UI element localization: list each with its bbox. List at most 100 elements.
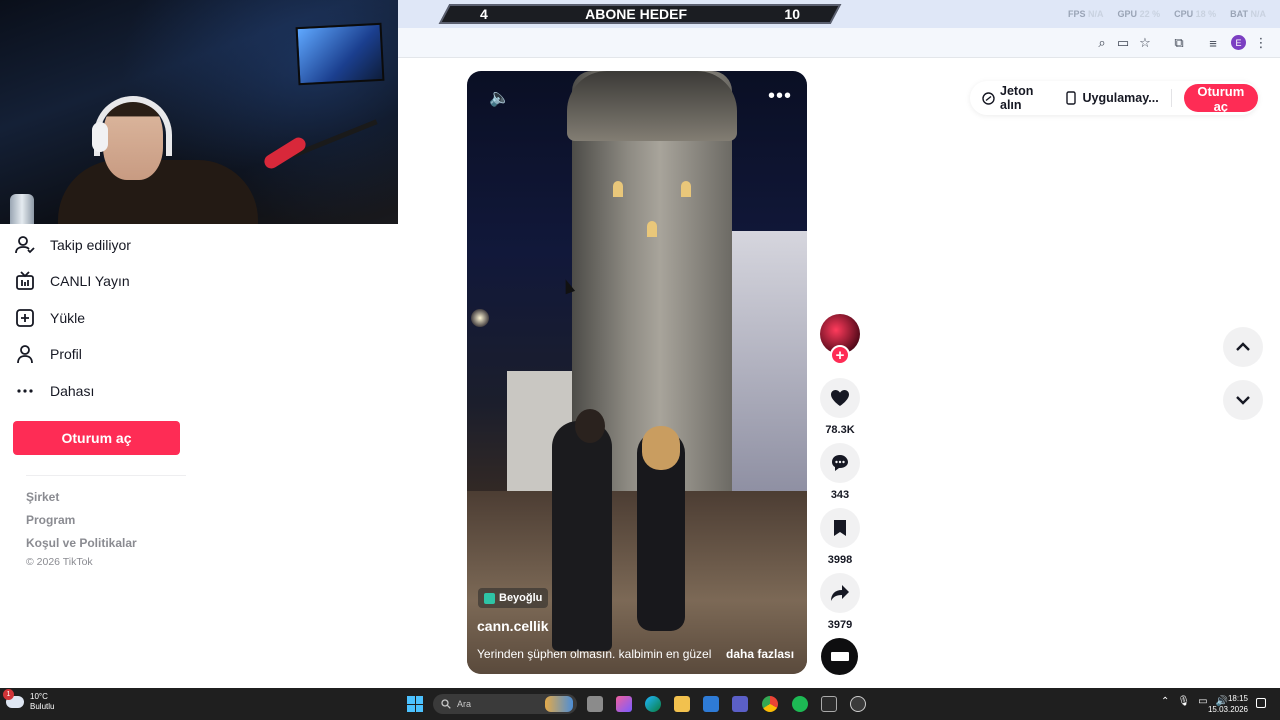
sidebar-item-label: Profil	[50, 346, 82, 362]
video-scene-man	[552, 421, 612, 651]
share-button[interactable]	[820, 573, 860, 613]
task-view-icon[interactable]	[587, 696, 603, 712]
sidebar-login-button[interactable]: Oturum aç	[13, 421, 180, 455]
obs-icon[interactable]	[850, 696, 866, 712]
save-count: 3998	[827, 554, 853, 566]
video-options-icon[interactable]: •••	[768, 85, 792, 107]
next-video-button[interactable]	[1223, 380, 1263, 420]
like-count: 78.3K	[825, 424, 855, 436]
share-arrow-icon	[831, 585, 849, 601]
taskbar-clock[interactable]: 18:15 15.03.2026	[1208, 693, 1248, 715]
weather-widget[interactable]: 1 10°C Bulutlu	[3, 689, 55, 712]
video-scene-tower-top	[567, 71, 737, 141]
video-scene-woman-hair	[642, 426, 680, 470]
clock-date: 15.03.2026	[1207, 705, 1248, 714]
weather-temperature: 10°C	[30, 692, 48, 701]
copilot-icon[interactable]	[616, 696, 632, 712]
profile-icon	[14, 343, 36, 365]
comment-icon	[832, 455, 848, 471]
network-icon[interactable]: ▭	[1198, 696, 1207, 707]
zoom-icon[interactable]: ⌕	[1093, 34, 1111, 52]
location-badge[interactable]: Beyoğlu	[478, 588, 549, 608]
windows-logo-tile	[407, 696, 415, 704]
video-scene-building-right	[727, 231, 807, 491]
spotify-icon[interactable]	[792, 696, 808, 712]
goal-current-count: 4	[480, 6, 488, 22]
windows-logo-tile	[415, 696, 423, 704]
video-scene-lamp	[471, 309, 489, 327]
media-control-icon[interactable]: ≡	[1204, 34, 1222, 52]
windows-logo-tile	[415, 704, 423, 712]
performance-overlay: FPS N/A GPU 22 % CPU 18 % BAT N/A	[1068, 9, 1266, 19]
sidebar-item-following[interactable]: Takip ediliyor	[14, 230, 194, 260]
get-app-label: Uygulamay...	[1082, 91, 1159, 105]
bat-readout: BAT N/A	[1230, 9, 1266, 19]
footer-program-link[interactable]: Program	[26, 513, 75, 527]
goal-title: ABONE HEDEF	[585, 6, 688, 22]
store-icon[interactable]	[703, 696, 719, 712]
footer-terms-link[interactable]: Koşul ve Politikalar	[26, 536, 137, 550]
taskbar-search[interactable]: Ara	[433, 694, 577, 714]
location-pin-icon	[484, 592, 495, 604]
sidebar-item-profile[interactable]: Profil	[14, 339, 194, 369]
video-author-username[interactable]: cann.cellik	[477, 618, 549, 634]
previous-video-button[interactable]	[1223, 327, 1263, 367]
goal-target-count: 10	[784, 6, 800, 22]
sidebar-item-label: CANLI Yayın	[50, 273, 130, 289]
get-app-link[interactable]: Uygulamay...	[1064, 91, 1159, 105]
browser-menu-icon[interactable]: ⋮	[1252, 34, 1270, 52]
get-coins-label: Jeton alın	[1000, 84, 1034, 112]
sound-disc-label	[830, 652, 849, 661]
file-explorer-icon[interactable]	[674, 696, 690, 712]
cpu-readout: CPU 18 %	[1174, 9, 1217, 19]
sidebar-item-label: Takip ediliyor	[50, 237, 131, 253]
heart-icon	[831, 390, 849, 406]
caption-more-link[interactable]: daha fazlası	[726, 647, 794, 661]
notification-center-icon[interactable]	[1256, 698, 1266, 708]
windows-taskbar	[0, 688, 1280, 720]
weather-notification-badge: 1	[3, 689, 14, 700]
search-placeholder: Ara	[457, 699, 472, 709]
clock-time: 18:15	[1227, 694, 1248, 703]
like-button[interactable]	[820, 378, 860, 418]
microphone-icon[interactable]: 🎙	[1177, 696, 1190, 707]
comment-button[interactable]	[820, 443, 860, 483]
sidebar-item-upload[interactable]: Yükle	[14, 303, 194, 333]
chevron-up-icon	[1236, 342, 1250, 351]
cloud-icon: 1	[3, 689, 24, 708]
bookmark-icon	[834, 520, 846, 536]
footer-company-link[interactable]: Şirket	[26, 490, 59, 504]
edge-icon[interactable]	[645, 696, 661, 712]
top-actions-bar: Jeton alın Uygulamay... Oturum aç	[970, 81, 1259, 115]
sidebar-divider	[26, 475, 186, 476]
video-scene-window	[681, 181, 691, 197]
teams-icon[interactable]	[732, 696, 748, 712]
get-coins-link[interactable]: Jeton alın	[982, 84, 1052, 112]
location-label: Beyoğlu	[499, 592, 543, 604]
top-login-button[interactable]: Oturum aç	[1183, 84, 1259, 114]
comment-count: 343	[830, 489, 850, 501]
water-bottle	[10, 194, 34, 224]
start-button[interactable]	[407, 696, 423, 712]
sound-disc[interactable]	[821, 638, 858, 675]
subscriber-goal-text: 4 ABONE HEDEF 10	[444, 4, 836, 24]
cast-icon[interactable]: ▭	[1114, 34, 1132, 52]
fps-readout: FPS N/A	[1068, 9, 1104, 19]
extensions-icon[interactable]: ⧉	[1170, 34, 1188, 52]
weather-description: Bulutlu	[30, 702, 55, 711]
follow-plus-icon[interactable]: +	[830, 345, 850, 365]
following-icon	[14, 234, 36, 256]
chrome-icon[interactable]	[762, 696, 778, 712]
save-button[interactable]	[820, 508, 860, 548]
sidebar-item-more[interactable]: Dahası	[14, 376, 194, 406]
browser-profile-avatar[interactable]: E	[1231, 35, 1246, 50]
video-player[interactable]	[467, 71, 807, 674]
share-count: 3979	[827, 619, 853, 631]
tray-chevron-up-icon[interactable]: ⌃	[1161, 696, 1169, 707]
sidebar-item-live[interactable]: CANLI Yayın	[14, 266, 194, 296]
volume-icon[interactable]: 🔈	[489, 88, 510, 108]
wall-poster	[295, 22, 385, 86]
app-icon[interactable]	[821, 696, 837, 712]
bookmark-star-icon[interactable]: ☆	[1136, 34, 1154, 52]
gpu-readout: GPU 22 %	[1117, 9, 1161, 19]
